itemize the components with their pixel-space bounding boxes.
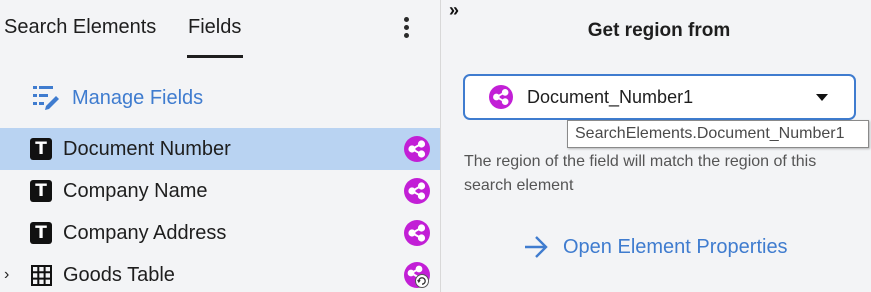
more-options-icon[interactable]: [396, 14, 416, 44]
edit-list-icon: [33, 86, 59, 110]
dropdown-tooltip: SearchElements.Document_Number1: [567, 120, 869, 148]
field-row-document-number[interactable]: T Document Number: [0, 128, 440, 170]
share-refresh-icon: [404, 262, 430, 288]
panel-title: Get region from: [587, 20, 731, 41]
chevron-right-icon[interactable]: ›: [4, 266, 9, 284]
collapse-panel-icon[interactable]: »: [449, 0, 459, 21]
tab-fields[interactable]: Fields: [188, 16, 241, 39]
share-icon: [404, 136, 430, 162]
text-field-icon: T: [30, 222, 52, 244]
active-tab-indicator: [187, 55, 243, 58]
fields-panel: Search Elements Fields Manage Fields T D…: [0, 0, 440, 292]
table-icon: [31, 264, 52, 286]
field-label: Company Address: [63, 221, 227, 244]
text-field-icon: T: [30, 138, 52, 160]
tab-search-elements[interactable]: Search Elements: [4, 16, 156, 39]
share-icon: [404, 178, 430, 204]
chevron-down-icon: [816, 93, 828, 101]
open-element-properties-label: Open Element Properties: [563, 235, 788, 258]
text-field-icon: T: [30, 180, 52, 202]
field-row-goods-table[interactable]: › Goods Table: [0, 254, 440, 292]
region-settings-panel: » Get region from Document_Number1 Searc…: [441, 0, 871, 292]
arrow-right-icon: [525, 236, 548, 258]
share-icon: [404, 220, 430, 246]
region-description: The region of the field will match the r…: [464, 153, 817, 194]
field-label: Company Name: [63, 179, 208, 202]
region-source-dropdown[interactable]: Document_Number1: [463, 74, 856, 120]
field-row-company-address[interactable]: T Company Address: [0, 212, 440, 254]
open-element-properties-link[interactable]: Open Element Properties: [523, 232, 788, 262]
field-label: Document Number: [63, 137, 231, 160]
manage-fields-label: Manage Fields: [72, 86, 204, 109]
field-row-company-name[interactable]: T Company Name: [0, 170, 440, 212]
manage-fields-button[interactable]: Manage Fields: [30, 82, 203, 114]
dropdown-value: Document_Number1: [527, 86, 694, 107]
share-icon: [489, 85, 513, 109]
field-label: Goods Table: [63, 263, 175, 286]
